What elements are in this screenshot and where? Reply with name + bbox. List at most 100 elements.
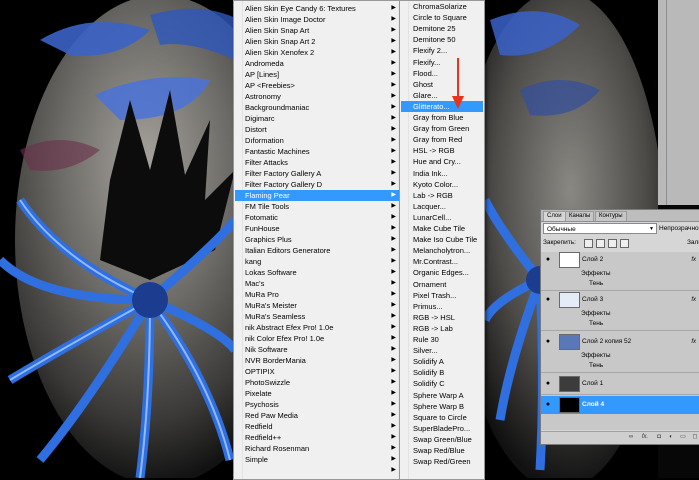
submenu-item-flexify-2[interactable]: Flexify 2... <box>401 45 483 56</box>
submenu-item-hue-and-cry[interactable]: Hue and Cry... <box>401 156 483 167</box>
eye-icon[interactable]: ● <box>543 255 553 265</box>
submenu-item-demitone-25[interactable]: Demitone 25 <box>401 23 483 34</box>
submenu-item-ghost[interactable]: Ghost <box>401 79 483 90</box>
menu-item-nvr-bordermania[interactable]: NVR BorderMania ▶ <box>235 355 399 366</box>
menu-item-mura-s-meister[interactable]: MuRa's Meister ▶ <box>235 300 399 311</box>
menu-item-fotomatic[interactable]: Fotomatic ▶ <box>235 212 399 223</box>
tab-paths[interactable]: Контуры <box>595 211 627 221</box>
menu-item-mac-s[interactable]: Mac's ▶ <box>235 278 399 289</box>
fx-icon[interactable]: fx <box>691 334 696 350</box>
submenu-item-rgb-hsl[interactable]: RGB -> HSL <box>401 312 483 323</box>
menu-item-italian-editors-generatore[interactable]: Italian Editors Generatore ▶ <box>235 245 399 256</box>
submenu-item-primus[interactable]: Primus... <box>401 301 483 312</box>
mask-icon[interactable]: ◘ <box>655 434 663 441</box>
tab-layers[interactable]: Слои <box>543 211 566 221</box>
menu-item-alien-skin-snap-art-2[interactable]: Alien Skin Snap Art 2 ▶ <box>235 36 399 47</box>
submenu-item-square-to-circle[interactable]: Square to Circle <box>401 412 483 423</box>
submenu-item-lab-rgb[interactable]: Lab -> RGB <box>401 190 483 201</box>
submenu-item-lacquer[interactable]: Lacquer... <box>401 201 483 212</box>
menu-item-graphics-plus[interactable]: Graphics Plus ▶ <box>235 234 399 245</box>
submenu-item-silver[interactable]: Silver... <box>401 345 483 356</box>
layer-row[interactable]: ● Слой 2 копия 52 fx <box>541 334 699 350</box>
submenu-item-swap-red-green[interactable]: Swap Red/Green <box>401 456 483 467</box>
submenu-item-make-cube-tile[interactable]: Make Cube Tile <box>401 223 483 234</box>
menu-item-richard-rosenman[interactable]: Richard Rosenman ▶ <box>235 443 399 454</box>
submenu-item-ornament[interactable]: Ornament <box>401 279 483 290</box>
submenu-item-gray-from-green[interactable]: Gray from Green <box>401 123 483 134</box>
layer-row[interactable]: ● Слой 2 fx <box>541 252 699 268</box>
submenu-item-kyoto-color[interactable]: Kyoto Color... <box>401 179 483 190</box>
eye-icon[interactable]: ● <box>543 400 553 410</box>
eye-icon[interactable]: ● <box>543 295 553 305</box>
eye-icon[interactable]: ● <box>543 379 553 389</box>
menu-item-digimarc[interactable]: Digimarc ▶ <box>235 113 399 124</box>
submenu-item-gray-from-red[interactable]: Gray from Red <box>401 134 483 145</box>
submenu-item-sphere-warp-b[interactable]: Sphere Warp B <box>401 401 483 412</box>
menu-item-lokas-software[interactable]: Lokas Software ▶ <box>235 267 399 278</box>
menu-item-red-paw-media[interactable]: Red Paw Media ▶ <box>235 410 399 421</box>
submenu-item-melancholytron[interactable]: Melancholytron... <box>401 245 483 256</box>
menu-item-alien-skin-snap-art[interactable]: Alien Skin Snap Art ▶ <box>235 25 399 36</box>
menu-item-blank[interactable]: ▶ <box>235 465 399 476</box>
submenu-item-flexify[interactable]: Flexify... <box>401 57 483 68</box>
layer-row-selected[interactable]: ● Слой 4 <box>541 396 699 414</box>
menu-item-alien-skin-eye-candy-6-textures[interactable]: Alien Skin Eye Candy 6: Textures ▶ <box>235 3 399 14</box>
menu-item-psychosis[interactable]: Psychosis ▶ <box>235 399 399 410</box>
link-icon[interactable]: ∞ <box>627 434 635 441</box>
submenu-item-mr-contrast[interactable]: Mr.Contrast... <box>401 256 483 267</box>
fx-icon[interactable]: fx <box>691 252 696 268</box>
menu-item-ap-freebies[interactable]: AP <Freebies> ▶ <box>235 80 399 91</box>
menu-item-mura-s-seamless[interactable]: MuRa's Seamless ▶ <box>235 311 399 322</box>
fx-menu-icon[interactable]: fx. <box>641 434 649 441</box>
submenu-item-india-ink[interactable]: India Ink... <box>401 168 483 179</box>
menu-item-redfield[interactable]: Redfield ▶ <box>235 421 399 432</box>
menu-item-kang[interactable]: kang ▶ <box>235 256 399 267</box>
lock-transparency-icon[interactable] <box>584 239 593 248</box>
submenu-item-glare[interactable]: Glare... <box>401 90 483 101</box>
lock-position-icon[interactable] <box>608 239 617 248</box>
menu-item-andromeda[interactable]: Andromeda ▶ <box>235 58 399 69</box>
menu-item-optipix[interactable]: OPTIPIX ▶ <box>235 366 399 377</box>
submenu-item-solidify-c[interactable]: Solidify C <box>401 378 483 389</box>
submenu-item-chromasolarize[interactable]: ChromaSolarize <box>401 1 483 12</box>
new-layer-icon[interactable]: ◻ <box>691 434 699 441</box>
submenu-item-make-iso-cube-tile[interactable]: Make Iso Cube Tile <box>401 234 483 245</box>
new-group-icon[interactable]: ▭ <box>679 434 687 441</box>
menu-item-fm-tile-tools[interactable]: FM Tile Tools ▶ <box>235 201 399 212</box>
submenu-item-flood[interactable]: Flood... <box>401 68 483 79</box>
submenu-item-organic-edges[interactable]: Organic Edges... <box>401 267 483 278</box>
menu-item-pixelate[interactable]: Pixelate ▶ <box>235 388 399 399</box>
fx-icon[interactable]: fx <box>691 292 696 308</box>
menu-item-nik-color-efex-pro-1-0e[interactable]: nik Color Efex Pro! 1.0e ▶ <box>235 333 399 344</box>
submenu-item-solidify-a[interactable]: Solidify A <box>401 356 483 367</box>
menu-item-funhouse[interactable]: FunHouse ▶ <box>235 223 399 234</box>
menu-item-filter-factory-gallery-a[interactable]: Filter Factory Gallery A ▶ <box>235 168 399 179</box>
menu-item-alien-skin-xenofex-2[interactable]: Alien Skin Xenofex 2 ▶ <box>235 47 399 58</box>
menu-item-alien-skin-image-doctor[interactable]: Alien Skin Image Doctor ▶ <box>235 14 399 25</box>
submenu-item-demitone-50[interactable]: Demitone 50 <box>401 34 483 45</box>
menu-item-redfield[interactable]: Redfield++ ▶ <box>235 432 399 443</box>
menu-item-photoswizzle[interactable]: PhotoSwizzle ▶ <box>235 377 399 388</box>
menu-item-flaming-pear[interactable]: Flaming Pear ▶ <box>235 190 399 201</box>
menu-item-nik-abstract-efex-pro-1-0e[interactable]: nik Abstract Efex Pro! 1.0e ▶ <box>235 322 399 333</box>
menu-item-astronomy[interactable]: Astronomy ▶ <box>235 91 399 102</box>
submenu-item-superbladepro[interactable]: SuperBladePro... <box>401 423 483 434</box>
submenu-item-hsl-rgb[interactable]: HSL -> RGB <box>401 145 483 156</box>
menu-item-simple[interactable]: Simple ▶ <box>235 454 399 465</box>
submenu-item-rule-30[interactable]: Rule 30 <box>401 334 483 345</box>
menu-item-filter-attacks[interactable]: Filter Attacks ▶ <box>235 157 399 168</box>
blend-mode-select[interactable]: Обычные ▼ <box>543 223 657 234</box>
menu-item-mura-pro[interactable]: MuRa Pro ▶ <box>235 289 399 300</box>
submenu-item-circle-to-square[interactable]: Circle to Square <box>401 12 483 23</box>
layer-row[interactable]: ● Слой 1 <box>541 376 699 392</box>
submenu-item-rgb-lab[interactable]: RGB -> Lab <box>401 323 483 334</box>
submenu-item-swap-green-blue[interactable]: Swap Green/Blue <box>401 434 483 445</box>
menu-item-backgroundmaniac[interactable]: Backgroundmaniac ▶ <box>235 102 399 113</box>
submenu-item-sphere-warp-a[interactable]: Sphere Warp A <box>401 390 483 401</box>
submenu-item-gray-from-blue[interactable]: Gray from Blue <box>401 112 483 123</box>
tab-channels[interactable]: Каналы <box>565 211 595 221</box>
layer-row[interactable]: ● Слой 3 fx <box>541 292 699 308</box>
menu-item-distort[interactable]: Distort ▶ <box>235 124 399 135</box>
menu-item-nik-software[interactable]: Nik Software ▶ <box>235 344 399 355</box>
menu-item-ap-lines[interactable]: AP [Lines] ▶ <box>235 69 399 80</box>
